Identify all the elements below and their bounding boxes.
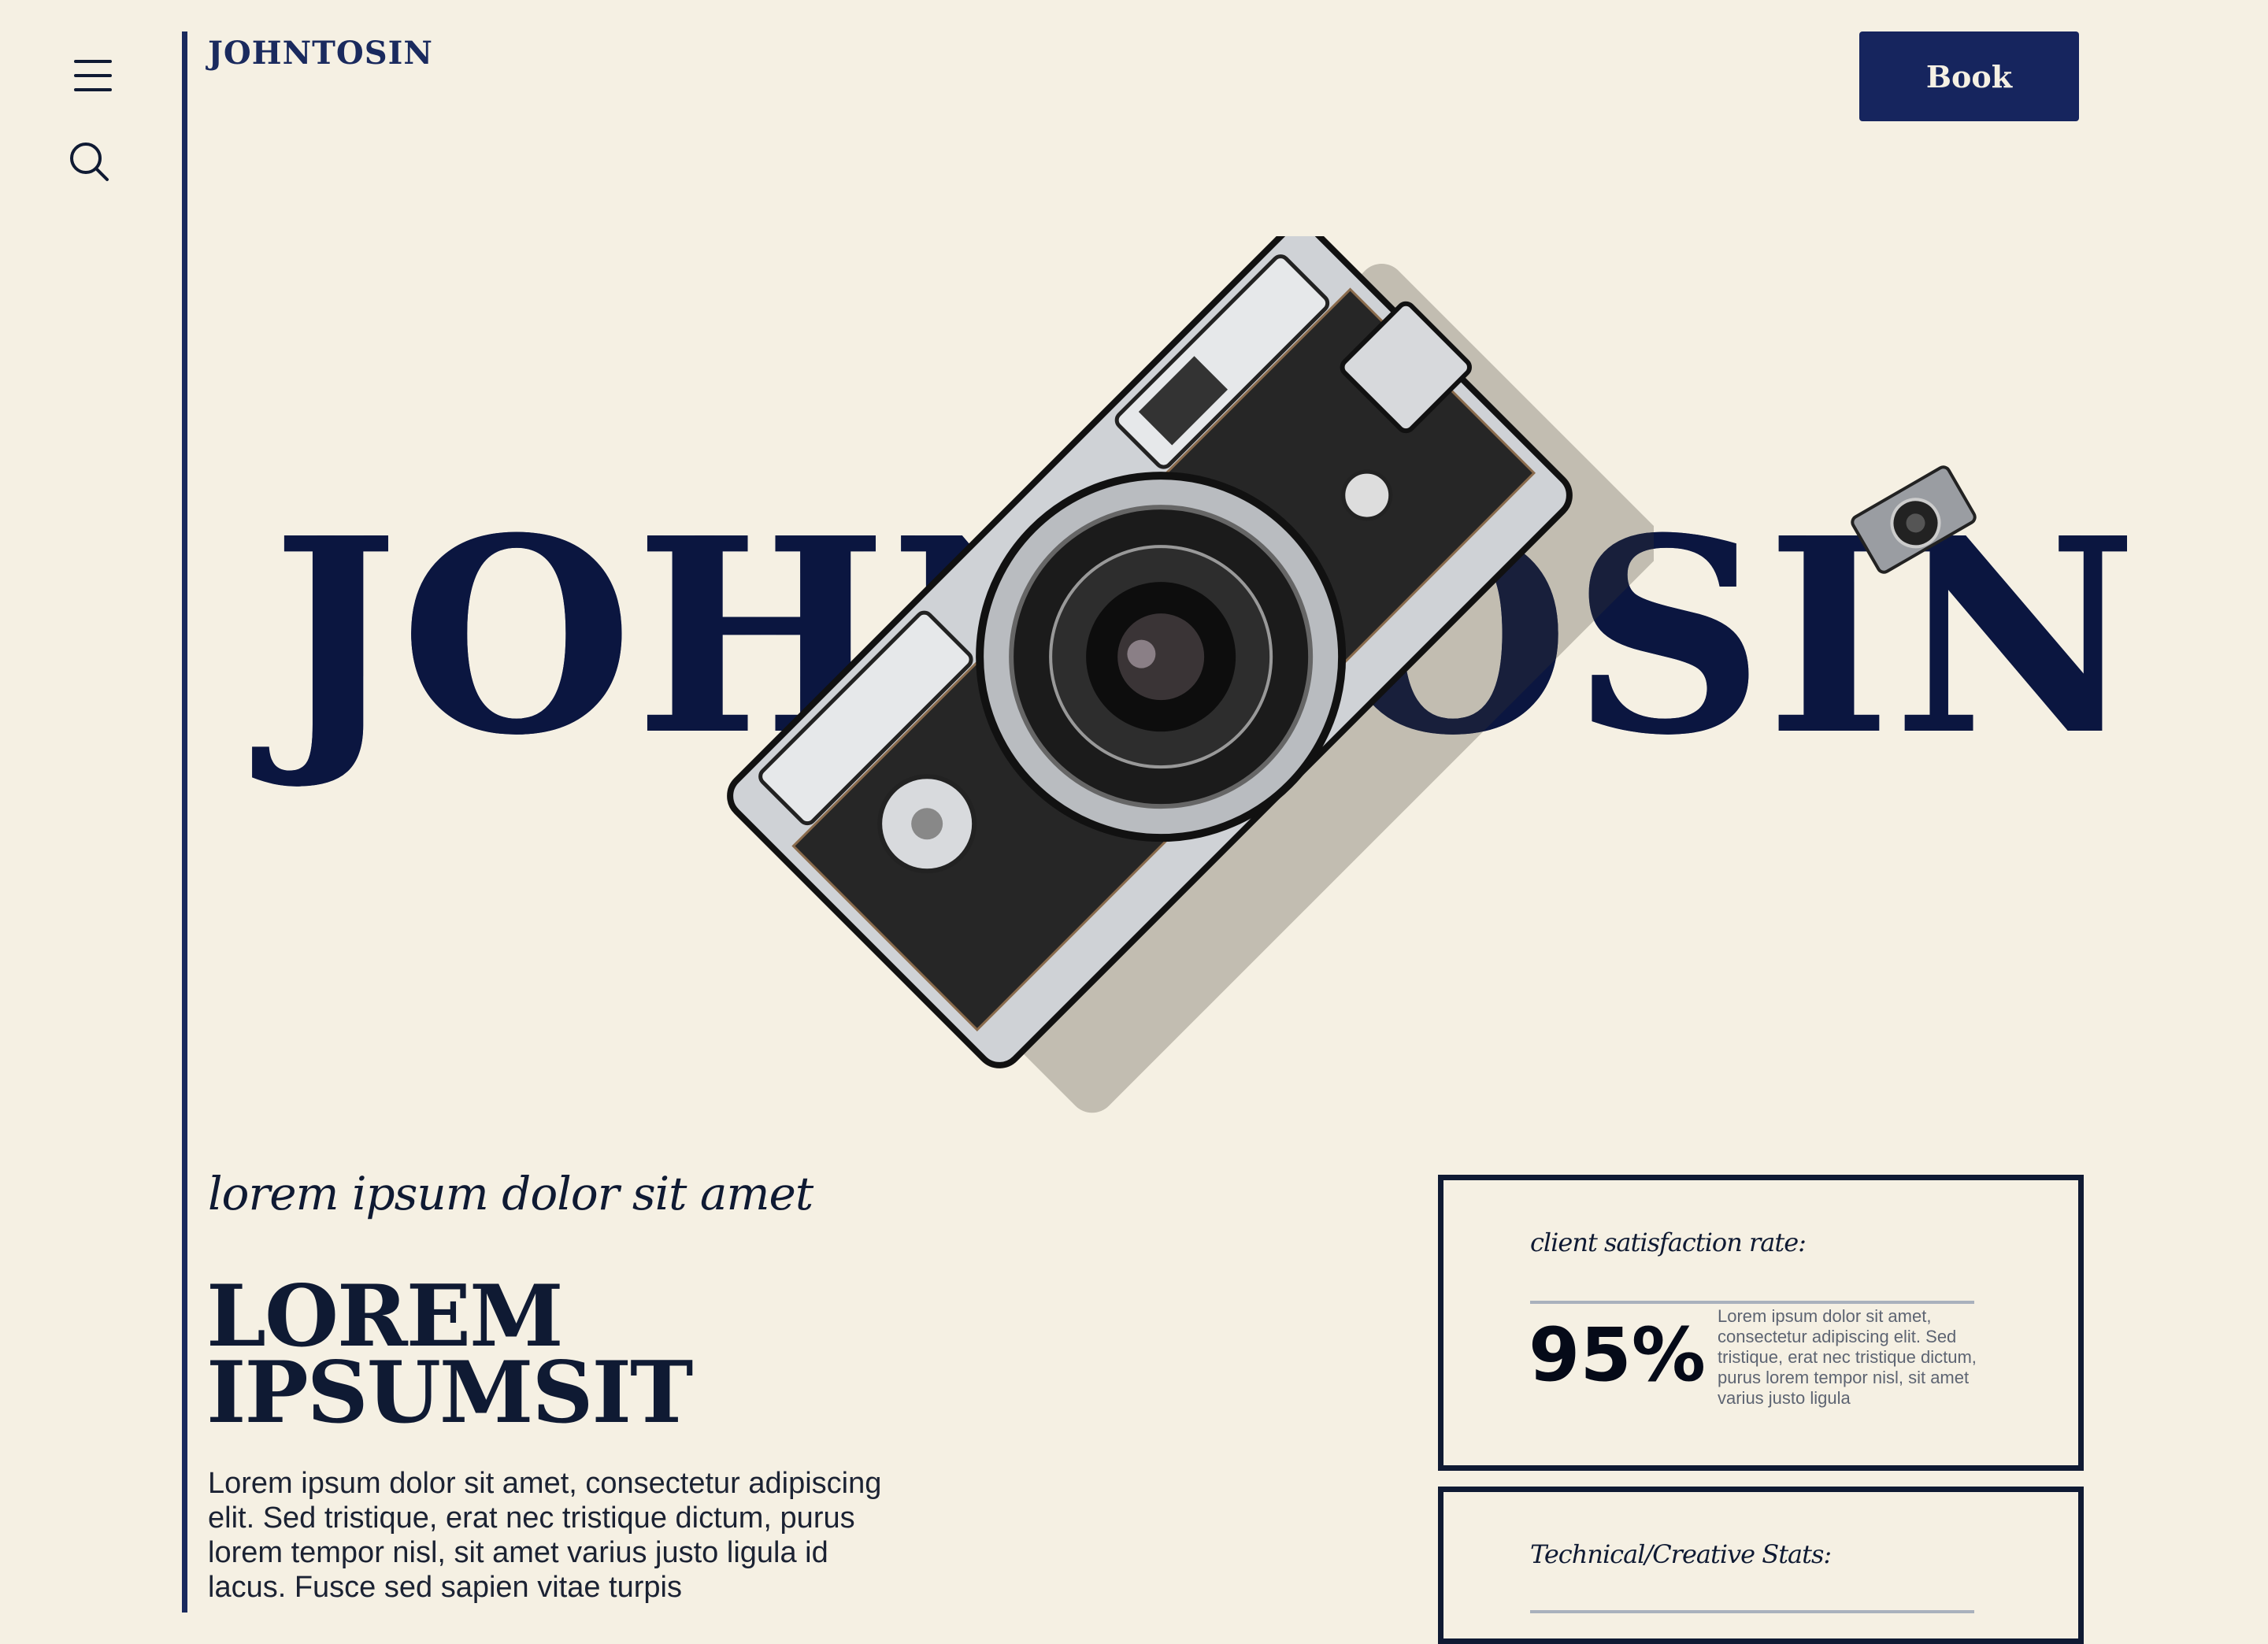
hamburger-menu-icon[interactable]	[74, 60, 112, 91]
stat-card-technical: Technical/Creative Stats:	[1438, 1487, 2084, 1644]
stat-divider	[1530, 1610, 1974, 1613]
search-icon[interactable]	[68, 140, 112, 184]
brand-logo[interactable]: JOHNTOSIN	[208, 35, 433, 72]
headline-line-2: IPSUMSIT	[206, 1343, 693, 1443]
intro-tagline: lorem ipsum dolor sit amet	[208, 1167, 813, 1220]
stat-card-satisfaction: client satisfaction rate: 95% Lorem ipsu…	[1438, 1175, 2084, 1471]
stat-label: Technical/Creative Stats:	[1530, 1539, 1832, 1569]
intro-body: Lorem ipsum dolor sit amet, consectetur …	[208, 1467, 882, 1604]
intro-headline: LOREM IPSUMSIT	[206, 1274, 693, 1443]
vintage-camera-illustration	[709, 223, 1662, 1213]
left-rail	[0, 0, 184, 1613]
small-camera-illustration	[1835, 457, 1992, 583]
book-button[interactable]: Book	[1859, 31, 2079, 121]
stat-description: Lorem ipsum dolor sit amet, consectetur …	[1718, 1306, 1977, 1408]
vertical-divider	[182, 31, 187, 1613]
stat-value: 95%	[1529, 1313, 1706, 1398]
stat-label: client satisfaction rate:	[1530, 1227, 1807, 1257]
stat-divider	[1530, 1301, 1974, 1304]
